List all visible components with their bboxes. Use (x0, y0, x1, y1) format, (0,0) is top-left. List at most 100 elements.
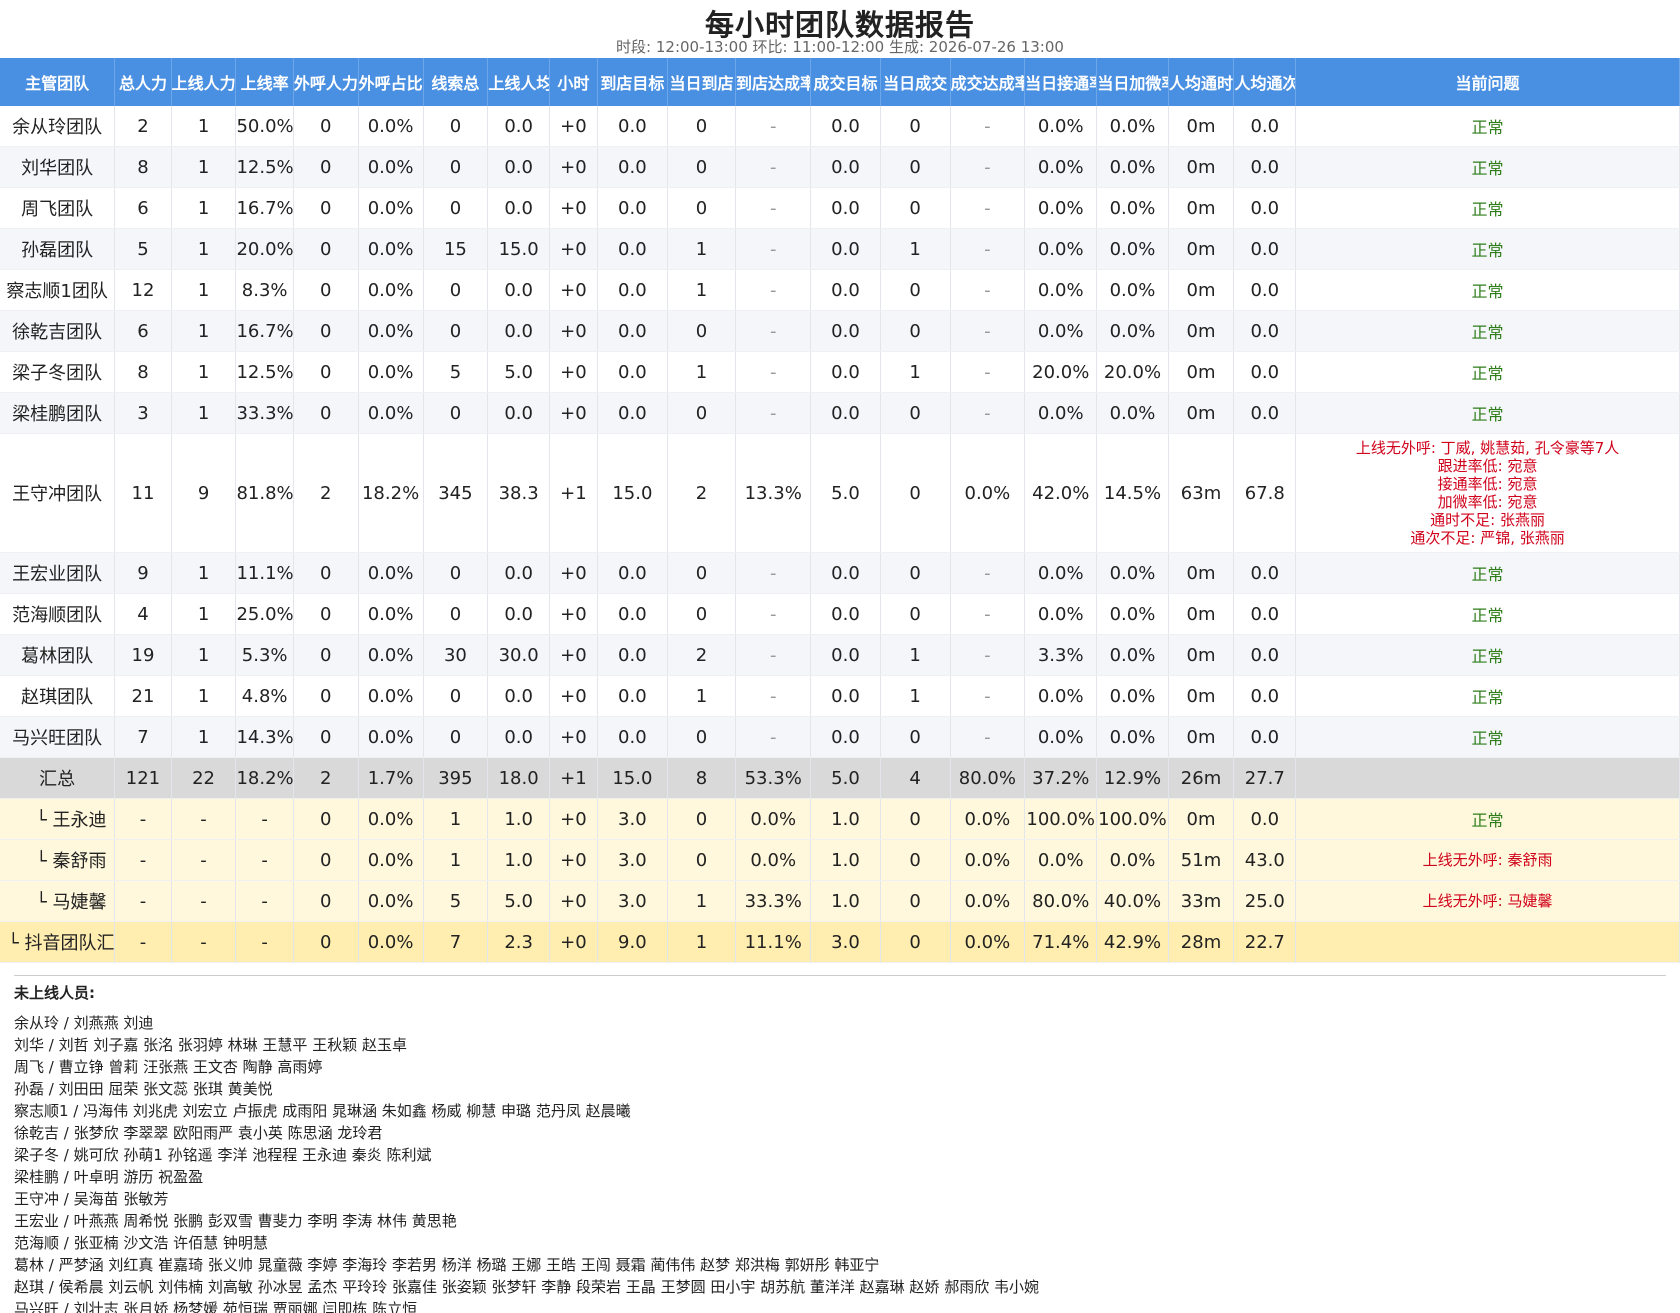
offline-staff-line: 孙磊 / 刘田田 屈荣 张文蕊 张琪 黄美悦 (14, 1080, 273, 1098)
table-cell: 0.0 (487, 146, 550, 188)
table-cell: 2 (293, 757, 359, 799)
table-cell: 0 (880, 593, 951, 635)
table-cell: 0.0 (487, 593, 550, 635)
issue-cell: 上线无外呼: 丁威, 姚慧茹, 孔令豪等7人 跟进率低: 宛意 接通率低: 宛意 加微… (1295, 433, 1680, 553)
table-cell: 0 (293, 634, 359, 676)
table-cell: - (235, 839, 294, 881)
table-cell: 0.0% (358, 716, 424, 758)
table-cell: 0.0% (1024, 228, 1098, 270)
table-cell: - (735, 106, 812, 147)
table-cell: +0 (549, 187, 598, 229)
table-cell: 11 (114, 433, 172, 553)
table-row: 孙磊团队 5 1 20.0% 0 0.0% 15 15.0 +0 0.0 1-0.0 1-0.0% 0.… (0, 228, 1680, 270)
table-cell: 3.0 (597, 839, 668, 881)
table-cell: 0 (667, 716, 736, 758)
table-cell: 0.0 (1233, 187, 1297, 229)
table-cell: 0.0% (358, 269, 424, 311)
table-cell: 0 (423, 146, 489, 188)
table-cell: 0 (423, 269, 489, 311)
table-cell: 1 (667, 675, 736, 717)
table-cell: 53.3% (735, 757, 812, 799)
table-cell: 1 (171, 392, 237, 434)
table-cell: +1 (549, 757, 598, 799)
table-cell: 0 (880, 310, 951, 352)
column-header: 总人力 (114, 58, 172, 106)
issue-cell: 正常 (1295, 716, 1680, 758)
table-cell: 8.3% (235, 269, 294, 311)
table-cell: - (735, 593, 812, 635)
table-cell: 0 (293, 187, 359, 229)
table-cell: 121 (114, 757, 172, 799)
issue-text: 通次不足: 严锦, 张燕丽 (1410, 529, 1565, 547)
table-cell: 0.0 (1233, 593, 1297, 635)
table-cell: 0 (667, 187, 736, 229)
table-cell: 0.0% (358, 392, 424, 434)
table-cell: 0 (880, 552, 951, 594)
table-cell: 0.0% (950, 433, 1026, 553)
subtotal-row: └ 抖音团队汇总---00.0%72.3+09.0111.1%3.000.0%7… (0, 921, 1680, 963)
column-header: 线索总 (423, 58, 489, 106)
issue-text: 正常 (1471, 200, 1504, 219)
column-header: 主管团队 (0, 58, 116, 106)
table-cell: 0 (423, 392, 489, 434)
table-cell: 1.7% (358, 757, 424, 799)
page-title: 每小时团队数据报告 (704, 8, 975, 42)
offline-staff-section: 未上线人员: 余从玲 / 刘燕燕 刘迪 刘华 / 刘哲 刘子嘉 张洺 张羽婷 林琳… (0, 976, 1680, 1313)
table-cell: +0 (549, 552, 598, 594)
table-cell: - (950, 269, 1026, 311)
table-cell: 0.0% (358, 798, 424, 840)
table-cell: - (735, 675, 812, 717)
table-cell: 30.0 (487, 634, 550, 676)
table-cell: 0.0 (1233, 716, 1297, 758)
table-cell: 0.0% (1024, 552, 1098, 594)
table-cell: - (950, 552, 1026, 594)
table-cell: 1.0 (810, 880, 881, 922)
table-cell: - (235, 880, 294, 922)
table-cell: 12.9% (1096, 757, 1169, 799)
table-cell: 0.0 (597, 187, 668, 229)
table-cell: 22 (171, 757, 237, 799)
table-cell: 0 (423, 106, 489, 147)
table-cell: 0.0% (358, 880, 424, 922)
column-header: 成交达成率 (950, 58, 1026, 106)
table-cell: - (735, 228, 812, 270)
table-cell: 0.0% (1024, 310, 1098, 352)
table-cell: 25.0% (235, 593, 294, 635)
table-cell: 0m (1168, 552, 1235, 594)
table-cell: 0.0 (810, 269, 881, 311)
table-cell: 0.0 (487, 106, 550, 147)
table-cell: 0.0% (358, 106, 424, 147)
table-row: 刘华团队 8 1 12.5% 0 0.0% 0 0.0 +0 0.0 0-0.0 0-0.0% 0.0%… (0, 146, 1680, 188)
table-cell: 33m (1168, 880, 1235, 922)
table-cell: 100.0% (1096, 798, 1169, 840)
column-header: 上线人均 (487, 58, 550, 106)
table-cell: 20.0% (1096, 351, 1169, 393)
table-cell: 8 (667, 757, 736, 799)
offline-staff-title: 未上线人员: (14, 984, 95, 1002)
table-cell: 11.1% (735, 921, 812, 963)
table-cell: 28m (1168, 921, 1235, 963)
offline-staff-line: 梁桂鹏 / 叶卓明 游历 祝盈盈 (14, 1168, 204, 1186)
report-subtitle: 时段: 12:00-13:00 环比: 11:00-12:00 生成: 2026… (616, 38, 1064, 56)
table-cell: 0.0% (1096, 228, 1169, 270)
table-cell: 12 (114, 269, 172, 311)
table-cell: 26m (1168, 757, 1235, 799)
table-cell: 0.0% (735, 839, 812, 881)
table-cell: 63m (1168, 433, 1235, 553)
table-cell: - (950, 351, 1026, 393)
table-cell: +0 (549, 351, 598, 393)
team-name-cell: 赵琪团队 (0, 675, 116, 717)
table-cell: 0.0 (597, 106, 668, 147)
table-cell: 0.0% (950, 880, 1026, 922)
offline-staff-line: 葛林 / 严梦涵 刘红真 崔嘉琦 张义帅 晁童薇 李婷 李海玲 李若男 杨洋 杨… (14, 1256, 880, 1274)
table-row: 余从玲团队 2 1 50.0% 0 0.0% 0 0.0 +0 0.0 0-0.0 0-0.0% 0.0… (0, 106, 1680, 147)
table-cell: 0.0 (487, 187, 550, 229)
issue-text: 正常 (1471, 282, 1504, 301)
table-row: 葛林团队 19 1 5.3% 0 0.0% 30 30.0 +0 0.0 2-0.0 1-3.3% 0.… (0, 634, 1680, 676)
table-cell: - (950, 392, 1026, 434)
issue-text: 正常 (1471, 405, 1504, 424)
table-cell: 0.0 (597, 146, 668, 188)
table-cell: 27.7 (1233, 757, 1297, 799)
table-cell: 2 (293, 433, 359, 553)
sub-team-row: └ 秦舒雨 - - -0 0.0% 1 1.0 +0 3.0 0 0.0% 1.0 0 0.0% 0.0% 0… (0, 839, 1680, 881)
